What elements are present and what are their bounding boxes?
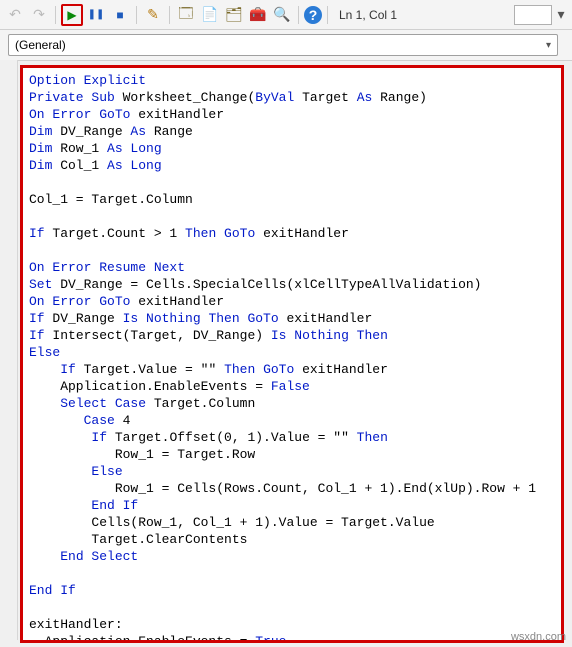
code-area[interactable]: Option Explicit Private Sub Worksheet_Ch… xyxy=(20,65,564,643)
object-dropdown-row: (General) ▾ xyxy=(0,30,572,61)
object-browser-icon[interactable]: 🗂 xyxy=(223,4,245,26)
watermark: wsxdn.com xyxy=(511,631,566,643)
pause-icon[interactable]: ❚❚ xyxy=(85,4,107,26)
object-dropdown[interactable]: (General) ▾ xyxy=(8,34,558,56)
separator xyxy=(136,6,137,24)
toolbar: ↶ ↷ ▶ ❚❚ ■ ✎ 🗔 📄 🗂 🧰 🔍 ? Ln 1, Col 1 ▾ xyxy=(0,0,572,30)
separator xyxy=(327,6,328,24)
redo-icon[interactable]: ↷ xyxy=(28,4,50,26)
properties-icon[interactable]: 📄 xyxy=(199,4,221,26)
procedure-combo[interactable] xyxy=(514,5,552,25)
stop-icon[interactable]: ■ xyxy=(109,4,131,26)
object-dropdown-label: (General) xyxy=(15,38,66,52)
cursor-position: Ln 1, Col 1 xyxy=(339,8,397,22)
chevron-down-icon[interactable]: ▾ xyxy=(554,4,568,26)
toolbox-icon[interactable]: 🧰 xyxy=(247,4,269,26)
run-icon[interactable]: ▶ xyxy=(61,4,83,26)
project-explorer-icon[interactable]: 🗔 xyxy=(175,4,197,26)
margin-gutter xyxy=(0,60,18,640)
separator xyxy=(169,6,170,24)
code-text[interactable]: Option Explicit Private Sub Worksheet_Ch… xyxy=(29,72,555,643)
undo-icon[interactable]: ↶ xyxy=(4,4,26,26)
separator xyxy=(298,6,299,24)
help-icon[interactable]: ? xyxy=(304,6,322,24)
design-mode-icon[interactable]: ✎ xyxy=(142,4,164,26)
chevron-down-icon: ▾ xyxy=(546,40,551,51)
watch-icon[interactable]: 🔍 xyxy=(271,4,293,26)
separator xyxy=(55,6,56,24)
